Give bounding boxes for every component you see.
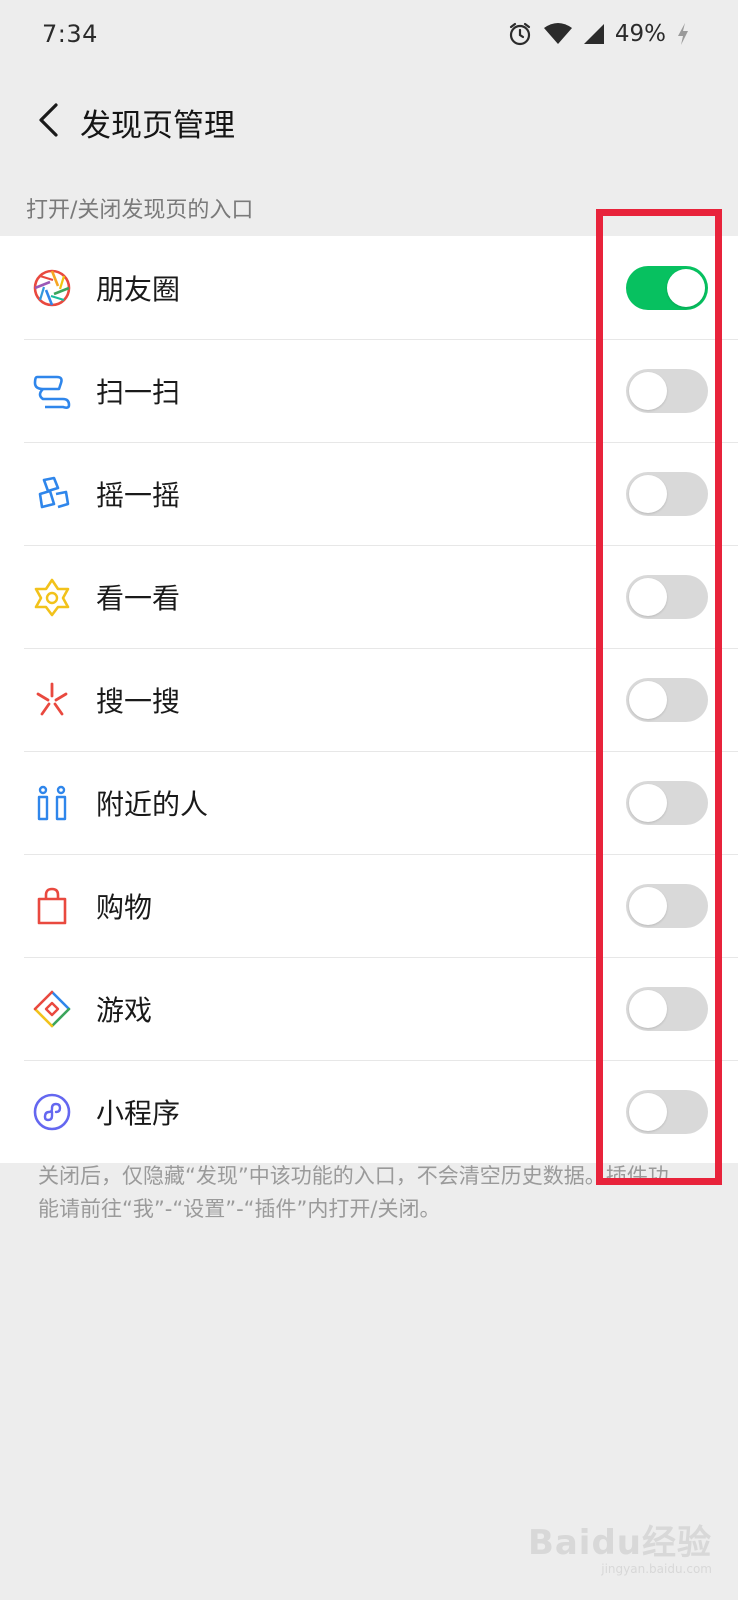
battery-percent: 49% (614, 21, 666, 47)
scan-icon (30, 369, 74, 413)
toggle-shake[interactable] (626, 471, 708, 516)
list-item-label: 扫一扫 (96, 375, 181, 409)
search-icon (30, 678, 74, 722)
watermark-url: jingyan.baidu.com (601, 1562, 712, 1576)
toggle-knob (629, 371, 667, 410)
list-item-top-stories: 看一看 (0, 545, 738, 648)
signal-icon (583, 22, 605, 46)
toggle-people-nearby[interactable] (626, 780, 708, 825)
people-nearby-icon (30, 781, 74, 825)
footnote: 关闭后，仅隐藏“发现”中该功能的入口，不会清空历史数据。插件功能请前往“我”-“… (38, 1164, 669, 1221)
list-item-games: 游戏 (0, 957, 738, 1060)
page-title: 发现页管理 (80, 107, 235, 144)
toggle-knob (629, 680, 667, 719)
wifi-icon (543, 22, 573, 46)
alarm-icon (507, 21, 533, 47)
moments-icon (30, 266, 74, 310)
toggle-games[interactable] (626, 986, 708, 1031)
shake-icon (30, 472, 74, 516)
list-item-label: 游戏 (96, 993, 153, 1027)
list-item-label: 小程序 (96, 1096, 181, 1130)
back-button[interactable] (14, 87, 84, 157)
toggle-knob (629, 1092, 667, 1131)
discover-entries-list: 朋友圈 扫一扫 摇一摇 看一看 搜一搜 附近的人 购物 游戏 小程序 (0, 236, 738, 1163)
toggle-top-stories[interactable] (626, 574, 708, 619)
list-item-shake: 摇一摇 (0, 442, 738, 545)
top-stories-icon (30, 575, 74, 619)
toggle-moments[interactable] (626, 265, 708, 310)
status-bar: 7:34 49% (0, 0, 738, 68)
shopping-bag-icon (30, 884, 74, 928)
watermark-logo-text: Baidu经验 (527, 1523, 712, 1563)
toggle-knob (629, 886, 667, 925)
header: 发现页管理 (0, 68, 738, 176)
toggle-scan[interactable] (626, 368, 708, 413)
toggle-knob (667, 268, 705, 307)
list-item-people-nearby: 附近的人 (0, 751, 738, 854)
list-item-scan: 扫一扫 (0, 339, 738, 442)
toggle-knob (629, 989, 667, 1028)
list-item-label: 摇一摇 (96, 478, 181, 512)
charging-icon (676, 22, 690, 46)
status-time: 7:34 (42, 20, 98, 48)
toggle-shopping[interactable] (626, 883, 708, 928)
list-item-search: 搜一搜 (0, 648, 738, 751)
chevron-left-icon (36, 102, 62, 142)
list-item-label: 搜一搜 (96, 684, 181, 718)
list-item-label: 购物 (96, 890, 153, 924)
list-item-label: 看一看 (96, 581, 181, 615)
toggle-knob (629, 474, 667, 513)
list-item-label: 附近的人 (96, 787, 209, 821)
toggle-search[interactable] (626, 677, 708, 722)
watermark: Baidu经验 jingyan.baidu.com (528, 1515, 712, 1576)
list-item-moments: 朋友圈 (0, 236, 738, 339)
section-label: 打开/关闭发现页的入口 (26, 198, 254, 223)
list-item-label: 朋友圈 (96, 272, 181, 306)
toggle-knob (629, 577, 667, 616)
games-icon (30, 987, 74, 1031)
mini-programs-icon (30, 1090, 74, 1134)
toggle-mini-programs[interactable] (626, 1089, 708, 1134)
list-item-mini-programs: 小程序 (0, 1060, 738, 1163)
toggle-knob (629, 783, 667, 822)
list-item-shopping: 购物 (0, 854, 738, 957)
status-icons: 49% (507, 21, 690, 47)
